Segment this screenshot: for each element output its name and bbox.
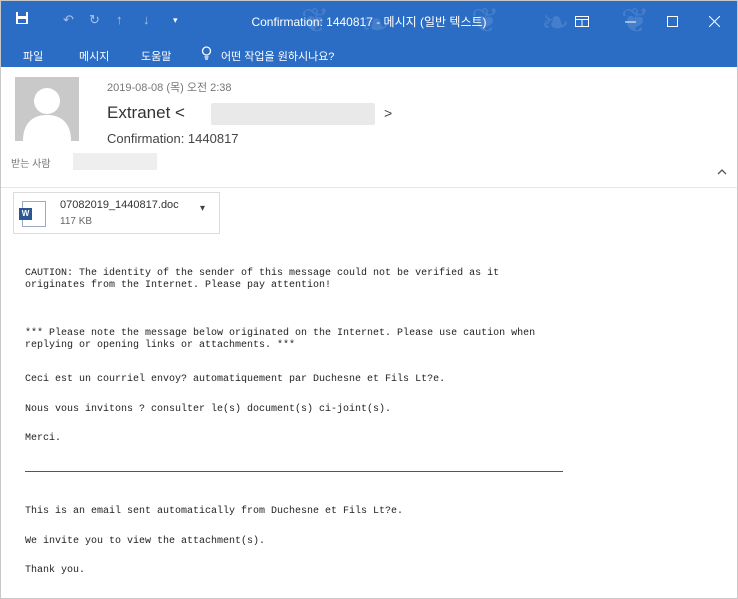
tab-message[interactable]: 메시지 <box>79 48 109 64</box>
outlook-message-window: ❦ ❧ ❦ ❧ ❦ ↶ ↻ ↑ ↓ ▾ Confirmation: 144081… <box>0 0 738 599</box>
sender-address-close: > <box>384 105 393 121</box>
french-line-3: Merci. <box>25 433 62 444</box>
message-subject: Confirmation: 1440817 <box>107 131 239 146</box>
note-line-1: *** Please note the message below origin… <box>25 328 536 339</box>
chevron-up-icon[interactable] <box>717 163 727 178</box>
english-line-2: We invite you to view the attachment(s). <box>25 536 266 547</box>
caution-line-1: CAUTION: The identity of the sender of t… <box>25 268 500 279</box>
french-line-1: Ceci est un courriel envoy? automatiquem… <box>25 374 446 385</box>
divider <box>25 471 563 472</box>
word-document-icon: W <box>19 201 46 227</box>
message-date: 2019-08-08 (목) 오전 2:38 <box>107 82 232 94</box>
french-line-2: Nous vous invitons ? consulter le(s) doc… <box>25 404 392 415</box>
maximize-icon[interactable] <box>657 10 687 32</box>
to-label: 받는 사람 <box>11 159 51 170</box>
redacted-recipient <box>73 153 157 170</box>
attachment-size: 117 KB <box>60 216 93 227</box>
attachment-bar: W 07082019_1440817.doc 117 KB ▾ <box>1 187 737 239</box>
tab-file[interactable]: 파일 <box>23 48 43 64</box>
english-line-1: This is an email sent automatically from… <box>25 506 404 517</box>
lightbulb-icon[interactable] <box>201 46 212 63</box>
redacted-sender-address <box>211 103 375 125</box>
tab-help[interactable]: 도움말 <box>141 48 171 64</box>
title-bar: ❦ ❧ ❦ ❧ ❦ ↶ ↻ ↑ ↓ ▾ Confirmation: 144081… <box>1 1 737 44</box>
avatar <box>15 77 79 141</box>
english-line-3: Thank you. <box>25 565 86 576</box>
minimize-icon[interactable] <box>615 10 645 32</box>
note-line-2: replying or opening links or attachments… <box>25 340 296 351</box>
attachment-name: 07082019_1440817.doc <box>60 199 179 211</box>
ribbon-tabs: 파일 메시지 도움말 어떤 작업을 원하시나요? <box>1 43 737 67</box>
chevron-down-icon[interactable]: ▾ <box>200 203 205 214</box>
message-body: CAUTION: The identity of the sender of t… <box>1 238 737 598</box>
message-header: 2019-08-08 (목) 오전 2:38 Extranet < > Conf… <box>1 67 737 187</box>
tell-me-search[interactable]: 어떤 작업을 원하시나요? <box>221 48 334 64</box>
close-icon[interactable] <box>699 10 729 32</box>
ribbon-display-icon[interactable] <box>567 10 597 32</box>
sender-name[interactable]: Extranet < <box>107 103 185 123</box>
attachment-item[interactable]: W 07082019_1440817.doc 117 KB ▾ <box>13 192 220 234</box>
caution-line-2: originates from the Internet. Please pay… <box>25 280 332 291</box>
